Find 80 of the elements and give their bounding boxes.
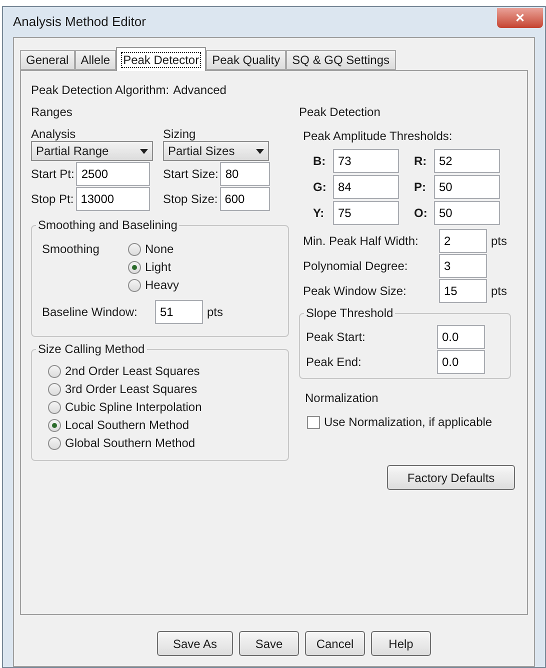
caret-icon — [256, 148, 264, 154]
field-label: Peak Start: — [306, 329, 366, 346]
dialog-button[interactable]: Cancel — [305, 631, 365, 656]
caret-icon — [140, 148, 148, 154]
text-field[interactable]: 0.0 — [437, 350, 485, 374]
text-field[interactable]: 73 — [333, 149, 399, 173]
radio-button[interactable] — [48, 400, 61, 414]
checkbox[interactable] — [307, 416, 320, 428]
column-heading: Sizing — [163, 126, 197, 141]
section-title: Normalization — [305, 390, 380, 407]
unit-label: pts — [491, 233, 508, 250]
radio-label: 3rd Order Least Squares — [65, 381, 198, 398]
unit-label: pts — [207, 304, 224, 321]
channel-label: B: — [313, 153, 327, 170]
dropdown[interactable]: Partial Sizes — [163, 141, 269, 161]
radio-label: 2nd Order Least Squares — [65, 363, 200, 380]
radio-button[interactable] — [48, 382, 61, 396]
radio-button[interactable] — [128, 260, 141, 274]
tab[interactable]: Allele — [74, 50, 116, 70]
section-title: Peak Detection — [299, 104, 382, 121]
text-field[interactable]: 50 — [434, 175, 500, 199]
dialog-button[interactable]: Factory Defaults — [387, 465, 515, 490]
text-field[interactable]: 75 — [333, 201, 399, 225]
text-field[interactable]: 13000 — [76, 187, 150, 211]
text-field[interactable]: 84 — [333, 175, 399, 199]
dialog-button[interactable]: Help — [371, 631, 431, 656]
radio-button[interactable] — [128, 278, 141, 292]
text-field[interactable]: 3 — [439, 254, 487, 278]
text-field[interactable]: 2 — [439, 229, 487, 253]
channel-label: O: — [414, 205, 428, 222]
unit-label: pts — [491, 283, 508, 300]
tab[interactable]: SQ & GQ Settings — [286, 50, 396, 70]
text-field[interactable]: 0.0 — [437, 325, 485, 349]
radio-label: Light — [145, 259, 172, 276]
field-label: Peak End: — [306, 354, 362, 371]
tab[interactable]: General — [20, 50, 75, 70]
text-field[interactable]: 2500 — [76, 162, 150, 186]
dialog-button[interactable]: Save — [239, 631, 299, 656]
field-label: Stop Size: — [163, 191, 218, 208]
group-title: Slope Threshold — [304, 305, 396, 321]
radio-label: Cubic Spline Interpolation — [65, 399, 202, 416]
field-label: Peak Window Size: — [303, 283, 408, 300]
smoothing-label: Smoothing — [42, 241, 100, 258]
text-field[interactable]: 50 — [434, 201, 500, 225]
algorithm-value: Advanced — [173, 82, 226, 99]
group-title: Smoothing and Baselining — [36, 217, 180, 233]
radio-label: None — [145, 241, 174, 258]
text-field[interactable]: 80 — [220, 162, 270, 186]
radio-label: Global Southern Method — [65, 435, 196, 452]
dropdown[interactable]: Partial Range — [31, 141, 153, 161]
window-title: Analysis Method Editor — [13, 13, 146, 32]
radio-button[interactable] — [48, 364, 61, 378]
dialog-button[interactable]: Save As — [157, 631, 233, 656]
tab[interactable]: Peak Quality — [206, 50, 286, 70]
channel-label: P: — [414, 179, 427, 196]
tab[interactable]: Peak Detector — [116, 47, 206, 71]
field-label: Polynomial Degree: — [303, 258, 409, 275]
radio-label: Local Southern Method — [65, 417, 190, 434]
radio-label: Heavy — [145, 277, 180, 294]
checkbox-label: Use Normalization, if applicable — [324, 414, 492, 431]
thresholds-label: Peak Amplitude Thresholds: — [303, 128, 454, 145]
text-field[interactable]: 600 — [220, 187, 270, 211]
field-label: Baseline Window: — [42, 304, 138, 321]
algorithm-label: Peak Detection Algorithm: — [31, 82, 170, 99]
field-label: Stop Pt: — [31, 191, 74, 208]
text-field[interactable]: 51 — [155, 300, 203, 324]
channel-label: Y: — [313, 205, 326, 222]
field-label: Start Size: — [163, 166, 218, 183]
channel-label: R: — [414, 153, 428, 170]
radio-button[interactable] — [48, 418, 61, 432]
channel-label: G: — [313, 179, 328, 196]
group-title: Size Calling Method — [36, 341, 147, 357]
field-label: Start Pt: — [31, 166, 74, 183]
radio-button[interactable] — [128, 242, 141, 256]
radio-button[interactable] — [48, 436, 61, 450]
section-title: Ranges — [31, 104, 74, 121]
field-label: Min. Peak Half Width: — [303, 233, 420, 250]
column-heading: Analysis — [31, 126, 77, 141]
text-field[interactable]: 15 — [439, 279, 487, 303]
text-field[interactable]: 52 — [434, 149, 500, 173]
